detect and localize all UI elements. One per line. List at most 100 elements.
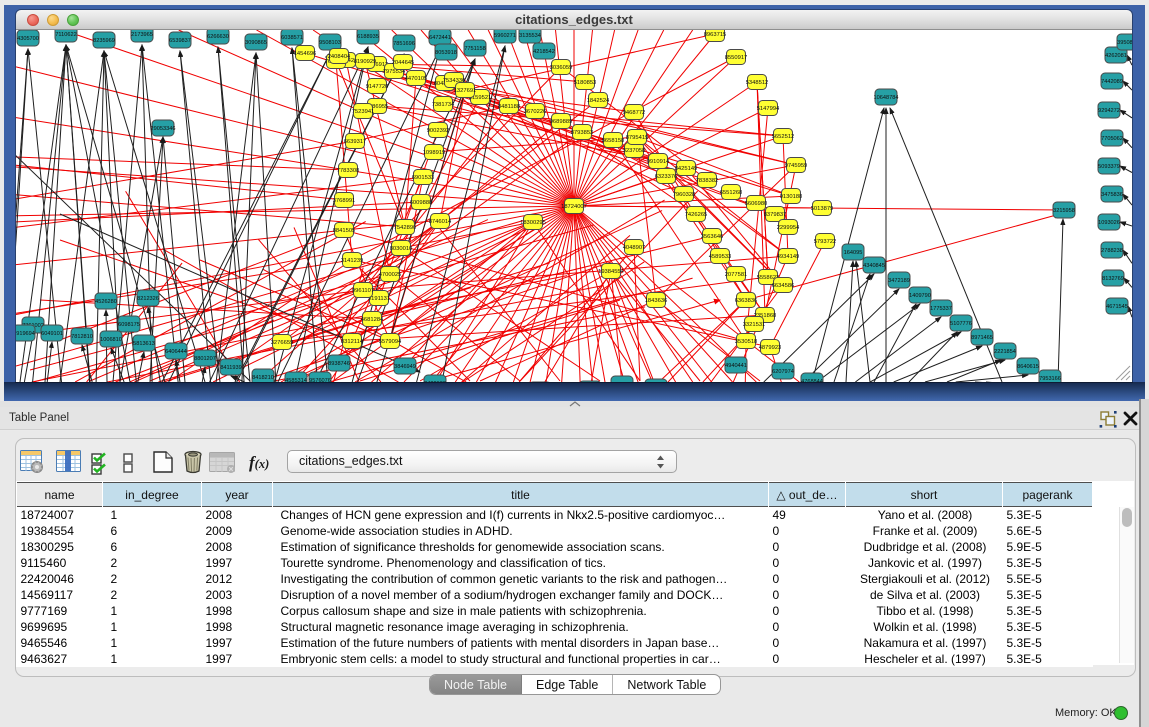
svg-text:3530518: 3530518 <box>735 339 758 345</box>
svg-text:3563646: 3563646 <box>701 234 724 240</box>
svg-text:8640615: 8640615 <box>1017 364 1039 370</box>
svg-text:5652512: 5652512 <box>772 134 795 140</box>
svg-text:3321531: 3321531 <box>743 322 766 328</box>
svg-text:8938746: 8938746 <box>328 361 350 367</box>
svg-text:1098919: 1098919 <box>423 150 446 156</box>
svg-text:7381734: 7381734 <box>432 102 455 108</box>
svg-text:6049101: 6049101 <box>41 331 63 337</box>
svg-text:9147720: 9147720 <box>366 84 389 90</box>
svg-text:4218542: 4218542 <box>533 49 555 55</box>
svg-text:4934149: 4934149 <box>777 254 800 260</box>
svg-text:6038571: 6038571 <box>281 35 303 41</box>
svg-text:1775337: 1775337 <box>930 306 952 312</box>
svg-text:29053346: 29053346 <box>151 126 176 132</box>
svg-text:8971465: 8971465 <box>971 335 993 341</box>
svg-text:3670226: 3670226 <box>524 109 547 115</box>
svg-text:2221854: 2221854 <box>994 349 1016 355</box>
svg-text:5013879: 5013879 <box>811 206 834 212</box>
svg-text:3475836: 3475836 <box>1101 192 1123 198</box>
svg-text:7851696: 7851696 <box>393 41 415 47</box>
svg-text:4526280: 4526280 <box>95 299 117 305</box>
svg-text:4470105: 4470105 <box>405 76 428 82</box>
svg-text:8801207: 8801207 <box>194 356 216 362</box>
svg-text:4879923: 4879923 <box>759 345 782 351</box>
svg-text:8053918: 8053918 <box>435 50 457 56</box>
svg-text:4585314: 4585314 <box>285 378 307 382</box>
svg-text:9508103: 9508103 <box>319 40 341 46</box>
svg-text:8550917: 8550917 <box>725 55 748 61</box>
svg-text:9294272: 9294272 <box>1098 108 1120 114</box>
svg-text:5606980: 5606980 <box>745 201 768 207</box>
svg-text:7542890: 7542890 <box>394 225 417 231</box>
svg-text:8963715: 8963715 <box>704 32 727 38</box>
svg-text:3215958: 3215958 <box>1053 208 1075 214</box>
svg-text:2422633: 2422633 <box>424 381 446 382</box>
svg-text:7705062: 7705062 <box>1101 136 1123 142</box>
svg-text:4700025: 4700025 <box>379 272 402 278</box>
svg-text:3768991: 3768991 <box>333 198 356 204</box>
svg-text:9468772: 9468772 <box>623 110 646 116</box>
svg-text:8746014: 8746014 <box>429 219 452 225</box>
svg-text:10648784: 10648784 <box>874 95 899 101</box>
svg-text:2077581: 2077581 <box>725 272 748 278</box>
svg-text:2788238: 2788238 <box>1101 248 1123 254</box>
svg-text:5579094: 5579094 <box>379 339 402 345</box>
svg-text:6639317: 6639317 <box>344 139 367 145</box>
svg-text:6188935: 6188935 <box>357 34 379 40</box>
svg-text:7960328: 7960328 <box>673 192 696 198</box>
svg-text:3846949: 3846949 <box>394 364 416 370</box>
svg-text:8795419: 8795419 <box>626 135 649 141</box>
svg-text:6323376: 6323376 <box>655 174 678 180</box>
svg-text:6363836: 6363836 <box>735 298 758 304</box>
svg-text:8411939: 8411939 <box>220 365 241 371</box>
svg-text:9745959: 9745959 <box>785 163 808 169</box>
svg-text:6539837: 6539837 <box>169 38 191 44</box>
svg-text:9002392: 9002392 <box>427 128 450 134</box>
svg-text:2173965: 2173965 <box>131 32 153 38</box>
svg-text:8212326: 8212326 <box>137 296 159 302</box>
svg-text:6551268: 6551268 <box>720 190 743 196</box>
svg-text:4671545: 4671545 <box>1106 304 1128 310</box>
svg-text:6406444: 6406444 <box>165 349 187 355</box>
svg-text:1093026: 1093026 <box>1098 220 1120 226</box>
svg-text:8841505: 8841505 <box>333 228 356 234</box>
svg-text:5180853: 5180853 <box>574 80 597 86</box>
svg-text:8030010: 8030010 <box>390 246 413 252</box>
svg-text:8235969: 8235969 <box>93 38 115 44</box>
svg-text:18724007: 18724007 <box>561 204 587 210</box>
svg-text:3950888: 3950888 <box>1117 40 1132 46</box>
svg-text:3090865: 3090865 <box>245 40 267 46</box>
svg-text:3472189: 3472189 <box>888 278 910 284</box>
svg-text:5793722: 5793722 <box>814 239 837 245</box>
svg-text:1843636: 1843636 <box>645 298 668 304</box>
svg-text:6266630: 6266630 <box>207 34 229 40</box>
svg-text:8793853: 8793853 <box>571 130 594 136</box>
svg-text:6472441: 6472441 <box>429 35 451 41</box>
svg-text:3919694: 3919694 <box>16 331 35 337</box>
svg-text:5107776: 5107776 <box>950 321 972 327</box>
svg-text:3135534: 3135534 <box>519 33 541 39</box>
svg-text:7812810: 7812810 <box>71 334 93 340</box>
svg-text:8481188: 8481188 <box>498 104 520 110</box>
svg-text:5813613: 5813613 <box>133 341 155 347</box>
svg-text:6009888: 6009888 <box>410 200 433 206</box>
svg-text:9961107: 9961107 <box>352 288 374 294</box>
svg-text:7953166: 7953166 <box>1039 376 1061 382</box>
svg-text:4262081: 4262081 <box>1105 53 1127 59</box>
svg-text:7783308: 7783308 <box>337 168 360 174</box>
svg-text:1842524: 1842524 <box>587 98 610 104</box>
svg-text:2299954: 2299954 <box>777 225 800 231</box>
svg-text:8418210: 8418210 <box>252 375 274 381</box>
svg-text:5960271: 5960271 <box>494 33 516 39</box>
svg-text:5348512: 5348512 <box>746 80 769 86</box>
svg-text:7751158: 7751158 <box>464 46 485 52</box>
svg-text:7110622: 7110622 <box>55 32 76 38</box>
svg-text:3141239: 3141239 <box>341 258 364 264</box>
svg-text:4768844: 4768844 <box>801 379 823 382</box>
svg-text:9576076: 9576076 <box>309 378 331 382</box>
svg-text:4305700: 4305700 <box>17 36 39 42</box>
svg-text:6634586: 6634586 <box>772 283 795 289</box>
svg-text:7523941: 7523941 <box>352 109 375 115</box>
svg-text:1409790: 1409790 <box>909 293 931 299</box>
svg-text:4340845: 4340845 <box>863 263 885 269</box>
